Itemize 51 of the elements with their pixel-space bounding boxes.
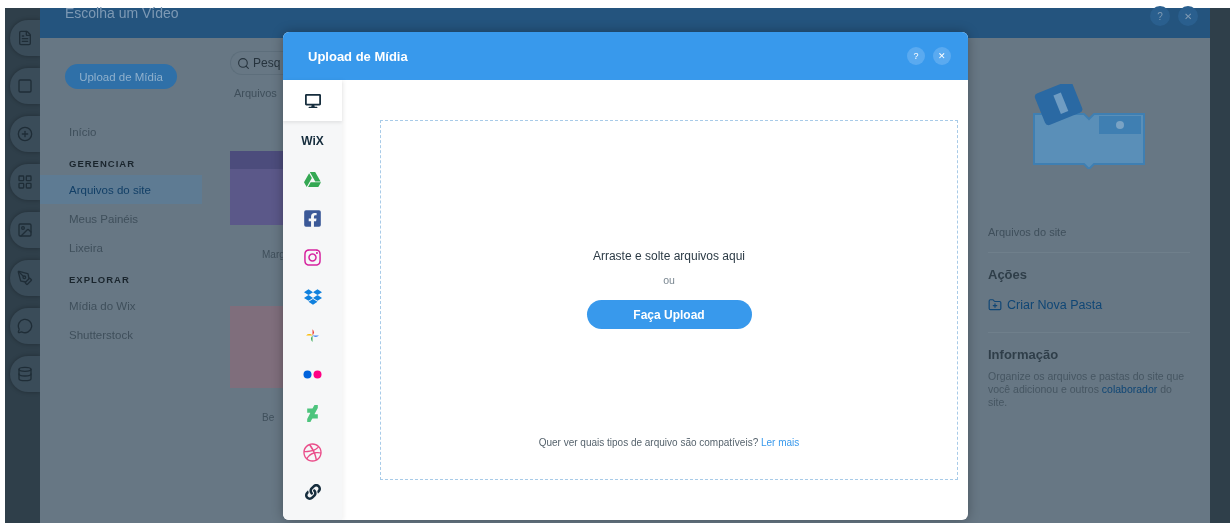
database-icon [17, 366, 33, 382]
search-icon [237, 56, 250, 70]
nav-section-heading: EXPLORAR [68, 274, 131, 285]
computer-tab[interactable] [283, 80, 342, 121]
upload-button[interactable]: Upload de Mídia [65, 64, 177, 89]
dropbox-icon [303, 287, 322, 306]
rail-button[interactable] [10, 212, 40, 248]
actions-heading: Ações [988, 267, 1029, 282]
nav-section-heading: GERENCIAR [68, 158, 136, 169]
close-button[interactable]: ✕ [1178, 6, 1198, 26]
document-icon [17, 30, 33, 46]
chat-icon [17, 318, 33, 334]
thumbnail[interactable] [230, 151, 283, 225]
desktop-icon [304, 92, 321, 109]
info-heading: Informação [988, 347, 1060, 362]
nav-item[interactable]: Arquivos do site [40, 175, 202, 204]
rail-button[interactable] [10, 164, 40, 200]
image-icon [17, 222, 33, 238]
rail-button[interactable] [10, 260, 40, 296]
rail-button[interactable] [10, 116, 40, 152]
or-text: ou [663, 274, 675, 286]
rail-button[interactable] [10, 308, 40, 344]
grid-icon [17, 174, 33, 190]
dribbble-icon [303, 443, 322, 462]
folder-plus-icon [988, 298, 1002, 312]
help-text: Quer ver quais tipos de arquivo são compatíveis? Ler mais [538, 437, 800, 448]
read-more-link[interactable]: Ler mais [761, 437, 800, 448]
deviantart-icon [304, 405, 321, 422]
pinwheel-icon [304, 327, 321, 344]
drop-zone[interactable]: Arraste e solte arquivos aqui ou Faça Upload Quer ver quais tipos de arquivo são compatíveis? Ler mais [380, 120, 958, 480]
rail-button[interactable] [10, 20, 40, 56]
collaborator-link[interactable]: colaborador [1101, 383, 1158, 395]
wix-tab[interactable]: WiX [283, 121, 342, 160]
new-folder-link[interactable]: Criar Nova Pasta [988, 298, 1190, 333]
triangle-icon [304, 171, 321, 188]
close-button[interactable]: ✕ [933, 47, 951, 65]
pen-icon [17, 270, 33, 286]
upload-button[interactable]: Faça Upload [586, 300, 752, 329]
plus-icon [17, 126, 33, 142]
facebook-icon [303, 209, 322, 228]
help-button[interactable]: ? [907, 47, 925, 65]
dialog-title: Upload de Mídia [308, 48, 408, 64]
rail-button[interactable] [10, 356, 40, 392]
rail-button[interactable] [10, 68, 40, 104]
link-icon [304, 483, 321, 500]
drop-text: Arraste e solte arquivos aqui [592, 249, 746, 263]
square-icon [17, 78, 33, 94]
instagram-icon [303, 248, 322, 267]
help-button[interactable]: ? [1150, 6, 1170, 26]
two-dots-icon [302, 370, 323, 379]
panel-title: Escolha um Vídeo [65, 5, 179, 21]
